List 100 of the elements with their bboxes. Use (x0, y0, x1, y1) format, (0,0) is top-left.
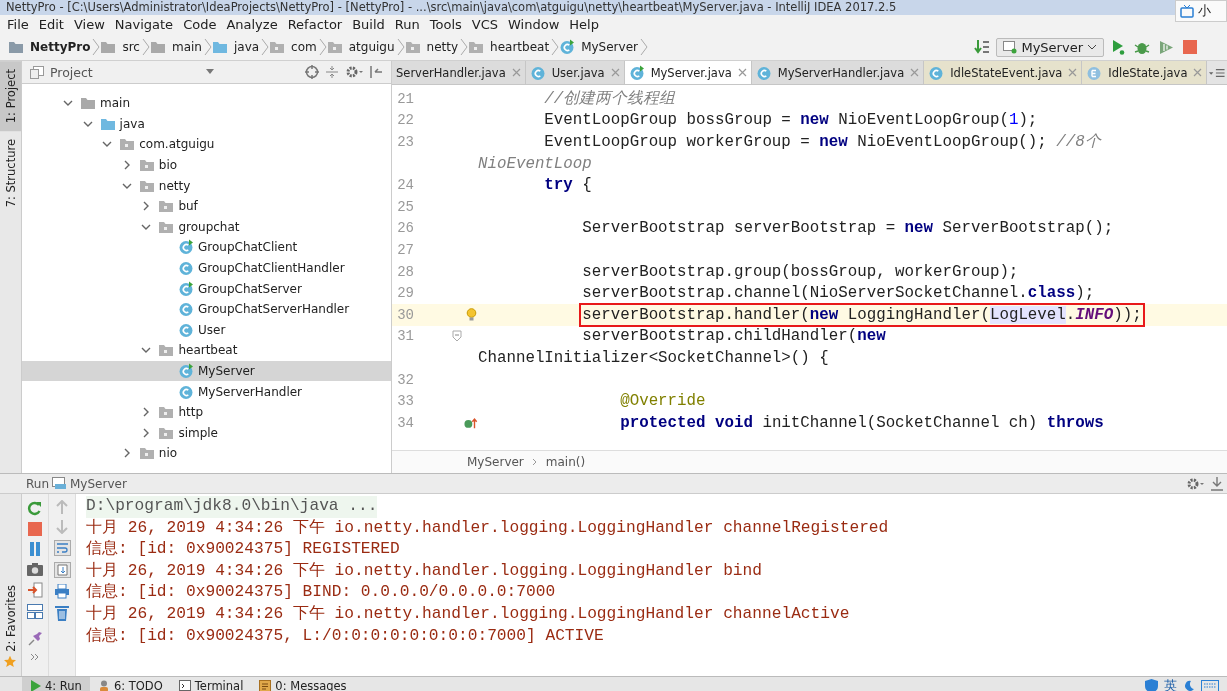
moon-icon (1183, 679, 1195, 691)
tree-item[interactable]: nio (22, 443, 391, 464)
input-method-indicator[interactable]: 英 (1164, 676, 1177, 691)
close-icon[interactable] (737, 68, 747, 77)
camera-icon[interactable] (27, 562, 43, 576)
menu-item[interactable]: VCS (466, 17, 504, 32)
window-icon (30, 65, 44, 79)
tool-window-tab[interactable]: 1: Project (0, 61, 21, 132)
coverage-icon[interactable] (1159, 39, 1174, 55)
override-icon[interactable] (464, 415, 478, 430)
tool-window-tab[interactable]: 7: Structure (0, 131, 21, 216)
tree-item[interactable]: groupchat (22, 216, 391, 238)
tree-item[interactable]: netty (22, 175, 391, 196)
editor-tab[interactable]: IdleState.java (1082, 61, 1208, 84)
menu-item[interactable]: Tools (424, 17, 467, 32)
tree-item[interactable]: heartbeat (22, 340, 391, 361)
lightbulb-icon[interactable] (465, 307, 477, 322)
class-icon (178, 301, 194, 318)
menu-item[interactable]: Analyze (221, 17, 283, 32)
menu-item[interactable]: Run (389, 17, 425, 32)
hide-panel-icon[interactable] (369, 65, 383, 79)
tree-label: User (198, 322, 226, 337)
breadcrumb[interactable]: netty (404, 40, 461, 54)
tree-item[interactable]: buf (22, 195, 391, 217)
more-icon[interactable] (30, 653, 40, 661)
breadcrumb[interactable]: java (211, 40, 262, 54)
tree-item[interactable]: http (22, 401, 391, 423)
editor-tab[interactable]: MyServer.java (624, 61, 752, 84)
collapse-icon[interactable] (325, 65, 339, 79)
crosshair-icon[interactable] (305, 65, 319, 79)
breadcrumb[interactable]: atguigu (326, 40, 397, 54)
tree-item[interactable]: GroupChatServer (22, 278, 391, 299)
close-icon[interactable] (1068, 68, 1078, 77)
code-line: EventLoopGroup workerGroup = new NioEventLoopGroup(); //8个 (544, 132, 1101, 153)
messages-icon (259, 679, 272, 691)
run-icon (30, 679, 41, 691)
close-icon[interactable] (511, 68, 521, 77)
folder-icon (100, 40, 117, 54)
sort-icon[interactable] (974, 39, 991, 55)
menu-item[interactable]: Window (503, 17, 565, 32)
run-config-dropdown[interactable]: MyServer (996, 37, 1104, 57)
menu-item[interactable]: Help (564, 17, 604, 32)
tool-window-tab[interactable]: 0: Messages (251, 677, 355, 691)
tree-item[interactable]: simple (22, 422, 391, 444)
trash-icon[interactable] (55, 605, 69, 621)
soft-wrap-icon[interactable] (53, 540, 71, 556)
breadcrumb[interactable]: src (100, 40, 142, 54)
menu-item[interactable]: File (2, 17, 34, 32)
chevron-icon (531, 458, 538, 466)
exit-icon[interactable] (27, 582, 43, 598)
close-icon[interactable] (1193, 68, 1203, 77)
close-icon[interactable] (610, 68, 620, 77)
tree-item[interactable]: MyServer (22, 360, 391, 382)
menu-item[interactable]: Edit (33, 17, 69, 32)
breadcrumb[interactable]: NettyPro (8, 40, 93, 54)
menu-item[interactable]: Navigate (109, 17, 179, 32)
close-icon[interactable] (910, 68, 920, 77)
tool-window-tab[interactable]: Terminal (170, 677, 252, 691)
line-number: 27 (396, 241, 414, 258)
tree-item[interactable]: User (22, 319, 391, 341)
breadcrumb[interactable]: MyServer (559, 39, 640, 55)
editor-tab[interactable]: IdleStateEvent.java (924, 61, 1083, 84)
breadcrumb[interactable]: heartbeat (468, 40, 552, 54)
caret-icon[interactable] (206, 69, 214, 75)
printer-icon[interactable] (54, 584, 70, 599)
tv-icon (1180, 4, 1194, 18)
tab-list-icon[interactable] (1209, 66, 1225, 80)
pin-icon[interactable] (27, 631, 43, 647)
settings-icon[interactable] (1186, 476, 1204, 491)
scroll-to-end-icon[interactable] (53, 562, 71, 578)
tree-item[interactable]: MyServerHandler (22, 381, 391, 402)
breadcrumb[interactable]: com (269, 40, 319, 54)
tree-item[interactable]: main (22, 93, 391, 114)
run-icon[interactable] (1112, 39, 1125, 55)
rerun-icon[interactable] (27, 500, 43, 516)
tree-item[interactable]: GroupChatClientHandler (22, 257, 391, 279)
breadcrumb[interactable]: main() (545, 455, 586, 469)
tree-item[interactable]: com.atguigu (22, 134, 391, 155)
tree-item[interactable]: bio (22, 154, 391, 176)
menu-item[interactable]: Build (347, 17, 390, 32)
layout-icon[interactable] (27, 604, 43, 619)
tree-item[interactable]: GroupChatClient (22, 237, 391, 258)
editor-tab[interactable]: MyServerHandler.java (751, 61, 925, 84)
editor-tab[interactable]: User.java (525, 61, 625, 84)
settings-icon[interactable] (345, 65, 363, 79)
breadcrumb[interactable]: MyServer (467, 455, 524, 469)
editor-tab[interactable]: ServerHandler.java (392, 61, 526, 84)
tree-item[interactable]: java (22, 113, 391, 135)
menu-item[interactable]: Refactor (282, 17, 348, 32)
pause-icon[interactable] (28, 542, 42, 556)
line-number: 23 (396, 134, 414, 150)
line-number: 22 (396, 112, 414, 129)
menu-item[interactable]: View (68, 17, 110, 32)
fold-icon[interactable] (452, 330, 462, 343)
menu-item[interactable]: Code (178, 17, 222, 32)
tree-item[interactable]: GroupChatServerHandler (22, 298, 391, 320)
download-icon[interactable] (1211, 476, 1223, 491)
tool-window-tab[interactable]: 6: TODO (89, 677, 171, 691)
tool-window-tab[interactable]: 4: Run (22, 677, 90, 691)
breadcrumb[interactable]: main (149, 40, 204, 54)
